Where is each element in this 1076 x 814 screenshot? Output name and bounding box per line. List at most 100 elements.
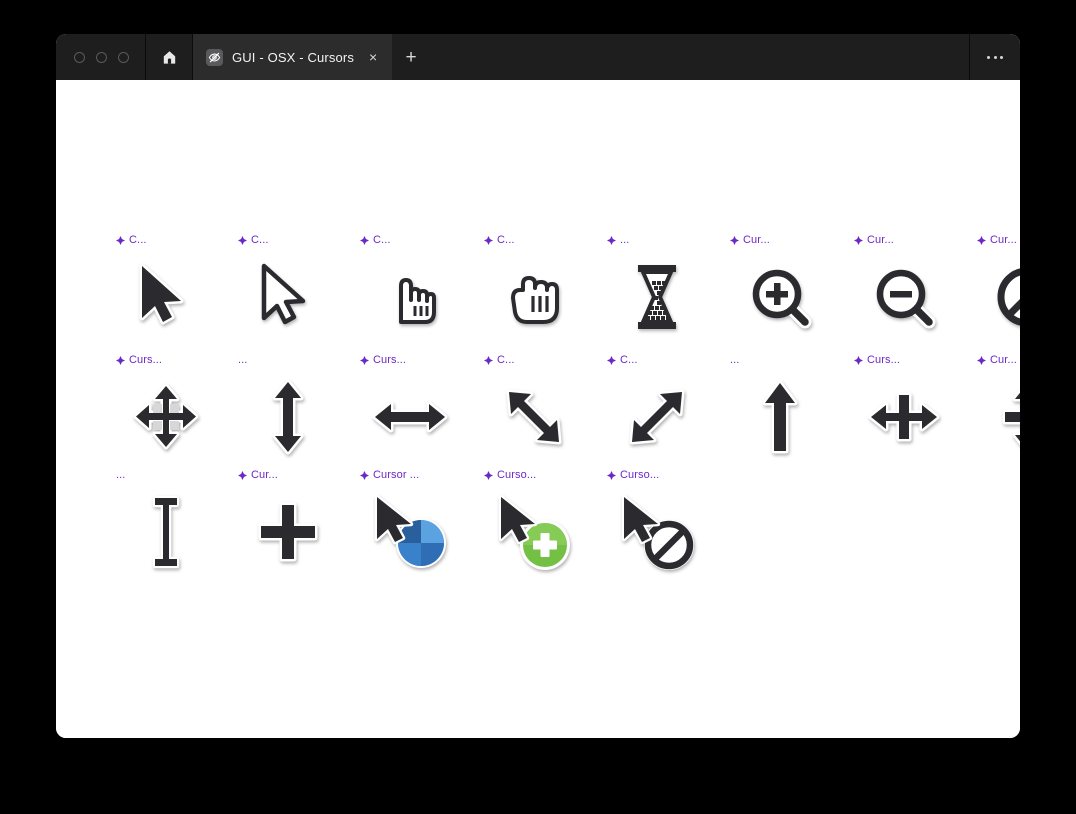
layer-label[interactable]: Curso... [484, 470, 536, 481]
busy-beachball-cursor[interactable]: Cursor ... [350, 470, 470, 580]
component-diamond-icon [116, 236, 125, 245]
zoom-out-cursor[interactable]: Cur... [844, 235, 964, 345]
layer-label[interactable]: Cur... [238, 470, 278, 481]
component-diamond-icon [484, 356, 493, 365]
layer-label[interactable]: C... [360, 235, 391, 246]
resize-column-cursor[interactable]: Curs... [844, 355, 964, 465]
layer-label[interactable]: ... [238, 355, 247, 366]
layer-label-text: ... [238, 354, 248, 366]
layer-label-text: C... [129, 234, 147, 246]
copy-drag-cursor[interactable]: Curso... [474, 470, 594, 580]
titlebar-spacer [430, 34, 969, 80]
not-allowed-icon [967, 249, 1020, 345]
layer-label[interactable]: Curs... [854, 355, 900, 366]
resize-vertical-icon [228, 369, 348, 465]
layer-label[interactable]: Curs... [116, 355, 162, 366]
hourglass-busy-cursor[interactable]: ... [597, 235, 717, 345]
window-controls [56, 34, 145, 80]
not-allowed-cursor[interactable]: Cur... [967, 235, 1020, 345]
pointing-hand-icon [350, 249, 470, 345]
layer-label[interactable]: Cursor ... [360, 470, 419, 481]
component-diamond-icon [484, 471, 493, 480]
layer-label-text: Cur... [990, 354, 1017, 366]
component-diamond-icon [238, 236, 247, 245]
ibeam-icon [106, 484, 226, 580]
layer-label-text: ... [116, 469, 126, 481]
layer-label[interactable]: C... [116, 235, 147, 246]
layer-label[interactable]: C... [607, 355, 638, 366]
component-diamond-icon [116, 356, 125, 365]
layer-label-text: C... [497, 234, 515, 246]
hourglass-icon [597, 249, 717, 345]
more-horizontal-icon [987, 55, 990, 59]
more-horizontal-icon [1000, 55, 1003, 59]
component-diamond-icon [360, 236, 369, 245]
layer-label[interactable]: C... [484, 355, 515, 366]
titlebar: GUI - OSX - Cursors × + [56, 34, 1020, 80]
component-diamond-icon [854, 356, 863, 365]
resize-row-icon [967, 369, 1020, 465]
cursor-gallery-canvas: C... C... C... C...... Cur... Cur... Cur... Cur… [56, 80, 1020, 738]
component-diamond-icon [607, 471, 616, 480]
layer-label[interactable]: ... [607, 235, 629, 246]
arrow-outline-cursor[interactable]: C... [228, 235, 348, 345]
layer-label-text: Curs... [129, 354, 163, 366]
layer-label[interactable]: C... [238, 235, 269, 246]
home-icon [163, 50, 175, 64]
tab-title: GUI - OSX - Cursors [232, 49, 355, 65]
component-diamond-icon [977, 356, 986, 365]
resize-nwse-cursor[interactable]: C... [474, 355, 594, 465]
text-ibeam-cursor[interactable]: ... [106, 470, 226, 580]
close-window-button[interactable] [74, 51, 85, 63]
arrow-copy-icon [474, 484, 594, 580]
resize-row-cursor[interactable]: Cur... [967, 355, 1020, 465]
component-diamond-icon [484, 236, 493, 245]
layer-label-text: Cur... [990, 234, 1017, 246]
resize-vertical-cursor[interactable]: ... [228, 355, 348, 465]
component-diamond-icon [360, 471, 369, 480]
arrow-filled-icon [106, 249, 226, 345]
home-button[interactable] [146, 34, 192, 80]
layer-label-text: C... [497, 354, 515, 366]
tab-close-button[interactable]: × [365, 49, 381, 65]
layer-label[interactable]: ... [116, 470, 125, 481]
app-window: GUI - OSX - Cursors × + C... C... C... C...… [56, 34, 1020, 738]
resize-horizontal-cursor[interactable]: Curs... [350, 355, 470, 465]
layer-label[interactable]: Cur... [977, 355, 1017, 366]
move-all-cursor[interactable]: Curs... [106, 355, 226, 465]
layer-label[interactable]: ... [730, 355, 739, 366]
component-diamond-icon [607, 236, 616, 245]
layer-label-text: ... [730, 354, 740, 366]
tab-gui-osx-cursors[interactable]: GUI - OSX - Cursors × [193, 34, 393, 80]
maximize-window-button[interactable] [118, 51, 129, 63]
resize-nesw-icon [597, 369, 717, 465]
layer-label[interactable]: Curs... [360, 355, 406, 366]
more-options-button[interactable] [970, 34, 1020, 80]
layer-label-text: Cur... [251, 469, 278, 481]
arrow-up-cursor[interactable]: ... [720, 355, 840, 465]
new-tab-button[interactable]: + [392, 34, 430, 80]
minimize-window-button[interactable] [96, 51, 107, 63]
component-diamond-icon [360, 356, 369, 365]
layer-label[interactable]: Cur... [730, 235, 770, 246]
layer-label-text: C... [373, 234, 391, 246]
resize-horizontal-icon [350, 369, 470, 465]
zoom-out-icon [844, 249, 964, 345]
move-four-way-icon [106, 369, 226, 465]
pointing-hand-cursor[interactable]: C... [350, 235, 470, 345]
arrow-filled-cursor[interactable]: C... [106, 235, 226, 345]
layer-label[interactable]: Cur... [854, 235, 894, 246]
arrow-up-icon [720, 369, 840, 465]
closed-hand-cursor[interactable]: C... [474, 235, 594, 345]
no-drop-cursor[interactable]: Curso... [597, 470, 717, 580]
component-diamond-icon [607, 356, 616, 365]
layer-label[interactable]: C... [484, 235, 515, 246]
resize-nesw-cursor[interactable]: C... [597, 355, 717, 465]
zoom-in-cursor[interactable]: Cur... [720, 235, 840, 345]
layer-label-text: Cur... [743, 234, 770, 246]
component-diamond-icon [977, 236, 986, 245]
layer-label[interactable]: Cur... [977, 235, 1017, 246]
layer-label-text: Cur... [867, 234, 894, 246]
layer-label[interactable]: Curso... [607, 470, 659, 481]
crosshair-cursor[interactable]: Cur... [228, 470, 348, 580]
